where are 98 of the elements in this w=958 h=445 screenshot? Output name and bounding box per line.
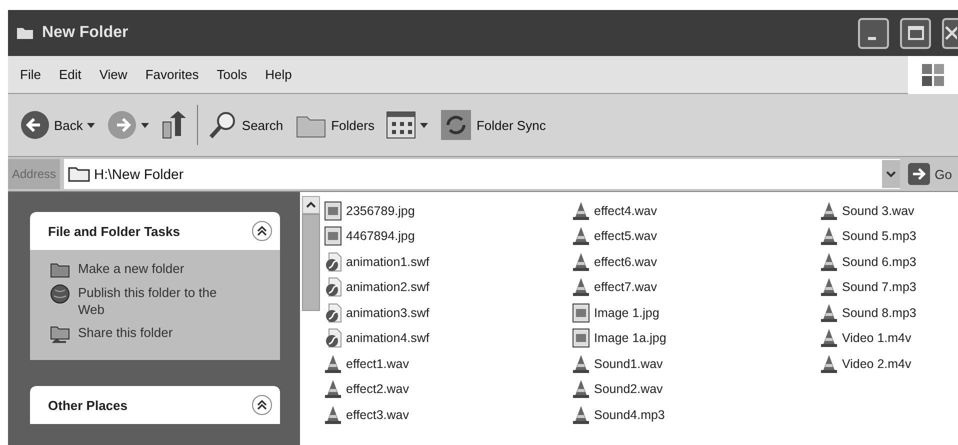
caret-icon — [140, 121, 149, 129]
list-entry[interactable]: 4467894.jpg — [324, 224, 572, 249]
menu-entry[interactable]: Favorites — [145, 67, 210, 82]
search-button[interactable]: Search — [206, 108, 286, 142]
task-link[interactable]: Publish this folder to the Web — [50, 284, 264, 318]
image-file-icon — [324, 226, 342, 246]
list-entry[interactable]: Video 1.m4v — [820, 326, 958, 351]
traffic-cone-icon — [572, 277, 590, 298]
chevron-up-icon — [306, 201, 316, 209]
list-entry[interactable]: Sound2.wav — [572, 376, 820, 402]
list-entry[interactable]: effect4.wav — [572, 198, 820, 224]
address-field[interactable]: H:\New Folder — [64, 159, 900, 189]
list-entry[interactable]: animation2.swf — [324, 274, 572, 300]
traffic-cone-icon — [324, 404, 342, 425]
traffic-cone-icon — [572, 200, 590, 221]
list-entry[interactable]: effect3.wav — [324, 402, 572, 428]
menu-entry[interactable]: File — [20, 67, 52, 82]
panel-title: File and Folder Tasks — [48, 224, 181, 238]
window-title: New Folder — [42, 24, 130, 42]
image-file-icon — [572, 302, 590, 323]
globe-icon — [50, 284, 70, 304]
traffic-cone-icon — [324, 379, 342, 400]
list-entry[interactable]: Sound 6.mp3 — [820, 249, 958, 274]
maximize-button[interactable] — [900, 18, 931, 48]
shared-folder-icon — [50, 324, 70, 344]
chevron-down-icon — [886, 170, 896, 178]
list-entry[interactable]: animation4.swf — [324, 326, 572, 351]
list-entry[interactable]: Video 2.m4v — [820, 351, 958, 376]
caret-icon — [420, 121, 428, 129]
minimize-button[interactable] — [858, 18, 889, 48]
task-link[interactable]: Share this folder — [50, 324, 264, 344]
traffic-cone-icon — [820, 354, 838, 374]
address-text: H:\New Folder — [94, 166, 184, 182]
list-entry[interactable]: Image 1.jpg — [572, 300, 820, 326]
sync-icon — [440, 109, 472, 141]
list-entry[interactable]: Sound 7.mp3 — [820, 274, 958, 300]
double-chevron-icon — [257, 226, 267, 236]
list-entry[interactable]: Sound 5.mp3 — [820, 224, 958, 249]
back-button[interactable]: Back — [18, 108, 97, 142]
image-file-icon — [324, 200, 342, 221]
traffic-cone-icon — [820, 277, 838, 298]
list-entry[interactable]: Sound1.wav — [572, 351, 820, 376]
traffic-cone-icon — [820, 226, 838, 246]
list-entry[interactable]: animation3.swf — [324, 300, 572, 326]
traffic-cone-icon — [820, 252, 838, 272]
list-entry[interactable]: Sound 8.mp3 — [820, 300, 958, 326]
folders-button[interactable]: Folders — [293, 109, 376, 141]
folder-icon — [68, 166, 90, 182]
menu-entry[interactable]: Tools — [216, 67, 258, 82]
flash-file-icon — [324, 302, 342, 323]
scroll-thumb[interactable] — [302, 214, 320, 311]
list-entry[interactable]: Sound4.mp3 — [572, 402, 820, 428]
traffic-cone-icon — [820, 200, 838, 221]
close-button[interactable] — [942, 18, 958, 48]
scroll-up-button[interactable] — [302, 196, 320, 214]
dropdown-button[interactable] — [882, 160, 900, 188]
folder-icon — [16, 26, 34, 40]
list-entry[interactable]: effect2.wav — [324, 376, 572, 402]
menu-entry[interactable]: Edit — [58, 67, 92, 82]
folder-up-icon — [160, 110, 187, 140]
task-link[interactable]: Make a new folder — [50, 260, 264, 278]
minimize-icon — [868, 36, 876, 40]
traffic-cone-icon — [572, 226, 590, 246]
views-icon — [386, 111, 416, 139]
traffic-cone-icon — [324, 354, 342, 374]
address-label: Address — [8, 159, 60, 189]
collapse-button[interactable] — [252, 221, 272, 241]
list-entry[interactable]: animation1.swf — [324, 249, 572, 274]
search-icon — [208, 110, 238, 140]
traffic-cone-icon — [572, 379, 590, 400]
traffic-cone-icon — [572, 252, 590, 272]
flash-file-icon — [324, 252, 342, 272]
double-chevron-icon — [257, 400, 267, 410]
image-file-icon — [572, 328, 590, 348]
flash-file-icon — [324, 328, 342, 348]
list-entry[interactable]: Image 1a.jpg — [572, 326, 820, 351]
go-button[interactable]: Go — [904, 163, 958, 185]
list-entry[interactable]: effect1.wav — [324, 351, 572, 376]
collapse-button[interactable] — [252, 395, 272, 415]
panel-title: Other Places — [48, 398, 128, 412]
list-entry[interactable]: Sound 3.wav — [820, 198, 958, 224]
views-button[interactable] — [384, 109, 430, 141]
list-entry[interactable]: effect6.wav — [572, 249, 820, 274]
menu-entry[interactable]: Help — [265, 67, 303, 82]
arrow-right-icon — [908, 163, 930, 185]
maximize-icon — [908, 26, 924, 40]
traffic-cone-icon — [572, 404, 590, 425]
close-icon — [945, 25, 957, 41]
list-entry[interactable]: 2356789.jpg — [324, 198, 572, 224]
traffic-cone-icon — [820, 328, 838, 348]
caret-icon — [86, 121, 95, 129]
list-entry[interactable]: effect5.wav — [572, 224, 820, 249]
traffic-cone-icon — [572, 354, 590, 374]
list-entry[interactable]: effect7.wav — [572, 274, 820, 300]
sync-button[interactable]: Folder Sync — [438, 107, 548, 143]
flash-file-icon — [324, 277, 342, 298]
traffic-cone-icon — [820, 302, 838, 323]
menu-entry[interactable]: View — [99, 67, 138, 82]
